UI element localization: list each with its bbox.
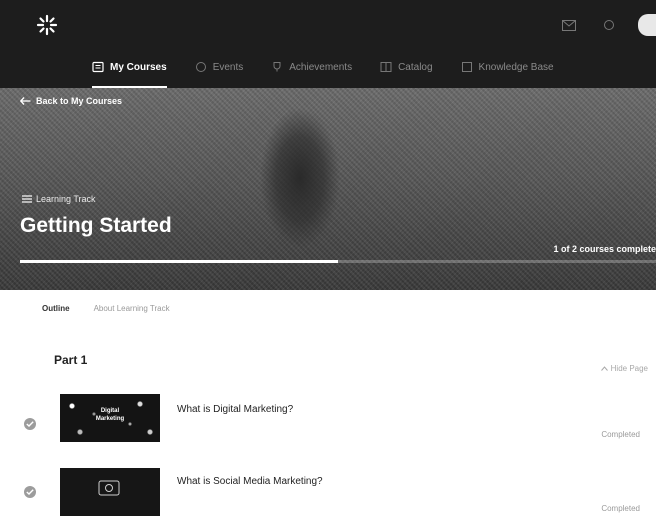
catalog-icon	[380, 61, 392, 73]
nav-label: Achievements	[289, 61, 353, 73]
learning-track-hero: Back to My Courses Learning Track Gettin…	[0, 88, 656, 290]
nav-catalog[interactable]: Catalog	[380, 56, 433, 78]
nav-label: Events	[212, 61, 244, 73]
top-navigation-bar: My Courses Events Achievements Catalog K…	[0, 0, 656, 88]
page-title: Getting Started	[20, 214, 172, 237]
main-nav: My Courses Events Achievements Catalog K…	[92, 56, 582, 88]
track-tabs: Outline About Learning Track	[42, 300, 194, 316]
course-title[interactable]: What is Digital Marketing?	[177, 404, 293, 415]
nav-label: Catalog	[398, 61, 433, 73]
arrow-left-icon	[20, 96, 32, 106]
header-actions	[538, 14, 656, 36]
book-icon	[92, 61, 104, 73]
nav-knowledge-base[interactable]: Knowledge Base	[461, 56, 554, 78]
chevron-up-icon	[600, 366, 608, 371]
list-icon	[22, 194, 32, 204]
completed-check-icon	[24, 418, 36, 430]
progress-bar	[20, 260, 656, 263]
course-status: Completed	[601, 504, 640, 513]
calendar-icon	[195, 61, 207, 73]
tab-about-learning-track[interactable]: About Learning Track	[94, 304, 170, 313]
progress-bar-fill	[20, 260, 338, 263]
back-link-label: Back to My Courses	[36, 96, 123, 106]
tab-outline[interactable]: Outline	[42, 304, 70, 313]
nav-events[interactable]: Events	[195, 56, 244, 78]
nav-label: My Courses	[110, 61, 167, 73]
course-status: Completed	[601, 430, 640, 439]
trophy-icon	[271, 61, 283, 73]
play-icon	[98, 480, 120, 501]
thumbnail-caption: Digital Marketing	[95, 408, 125, 422]
progress-text: 1 of 2 courses complete	[553, 244, 656, 254]
track-label-text: Learning Track	[36, 194, 96, 204]
avatar[interactable]	[638, 14, 656, 36]
course-thumbnail[interactable]	[60, 468, 160, 516]
nav-achievements[interactable]: Achievements	[271, 56, 352, 78]
hide-page-label: Hide Page	[610, 364, 648, 373]
starburst-logo-icon[interactable]	[34, 12, 60, 38]
back-to-my-courses-link[interactable]: Back to My Courses	[20, 96, 122, 106]
learning-track-badge: Learning Track	[22, 194, 96, 204]
mail-icon[interactable]	[560, 16, 578, 34]
completed-check-icon	[24, 486, 36, 498]
course-row[interactable]: What is Social Media Marketing? Complete…	[0, 466, 656, 526]
nav-label: Knowledge Base	[478, 61, 554, 73]
course-thumbnail[interactable]: Digital Marketing	[60, 394, 160, 442]
hide-page-toggle[interactable]: Hide Page	[600, 364, 648, 373]
course-title[interactable]: What is Social Media Marketing?	[177, 476, 323, 487]
nav-my-courses[interactable]: My Courses	[92, 56, 167, 88]
notifications-icon[interactable]	[600, 16, 618, 34]
course-row[interactable]: Digital Marketing What is Digital Market…	[0, 392, 656, 452]
knowledge-icon	[461, 61, 473, 73]
part-title: Part 1	[54, 353, 88, 367]
